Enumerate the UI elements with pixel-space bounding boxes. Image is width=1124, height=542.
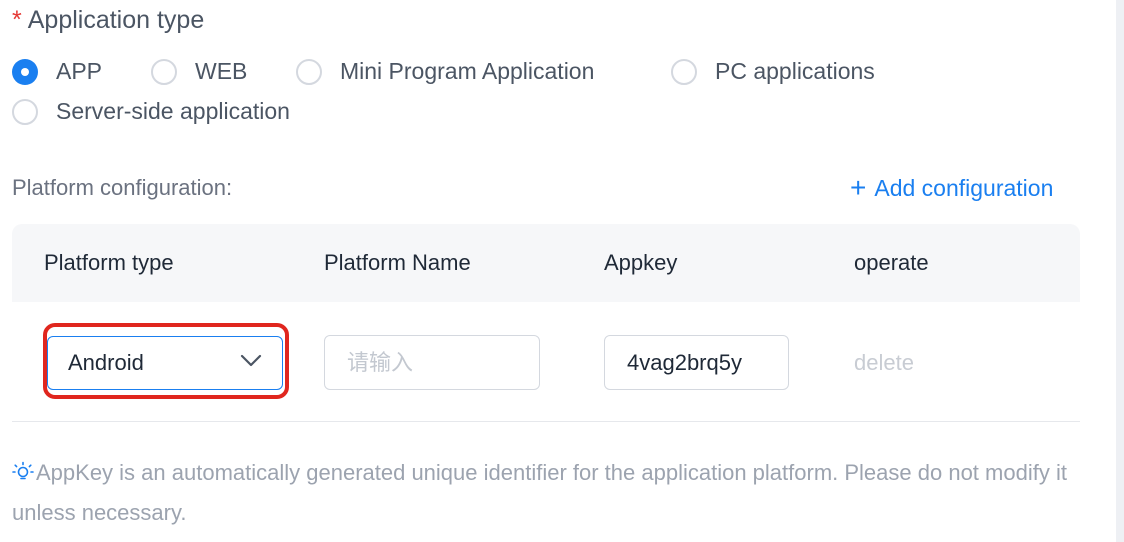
radio-pc-applications[interactable]: PC applications [671, 58, 875, 85]
radio-app[interactable]: APP [12, 58, 102, 85]
add-configuration-label: Add configuration [874, 174, 1054, 201]
platform-type-value: Android [68, 350, 144, 375]
radio-circle[interactable] [151, 58, 177, 85]
application-type-title: Application type [27, 6, 205, 34]
delete-button[interactable]: delete [854, 350, 914, 376]
column-header-appkey: Appkey [604, 250, 678, 275]
appkey-input[interactable] [604, 335, 789, 390]
radio-label: APP [56, 58, 103, 84]
page-scroll-edge [1116, 0, 1124, 542]
radio-label: Mini Program Application [340, 58, 595, 84]
radio-circle[interactable] [671, 58, 697, 85]
radio-circle[interactable] [12, 98, 38, 125]
radio-label: Server-side application [56, 98, 290, 124]
chevron-down-icon [240, 354, 262, 367]
tip-text: AppKey is an automatically generated uni… [12, 460, 1067, 525]
radio-label: WEB [195, 58, 248, 84]
radio-label: PC applications [715, 58, 875, 84]
bulb-icon [12, 461, 34, 480]
column-header-platform-type: Platform type [44, 250, 174, 275]
radio-server-side[interactable]: Server-side application [12, 98, 290, 125]
plus-icon: + [850, 172, 867, 203]
add-configuration-button[interactable]: + Add configuration [850, 174, 1053, 202]
application-type-label: * Application type [12, 6, 204, 35]
radio-web[interactable]: WEB [151, 58, 247, 85]
platform-type-select[interactable]: Android [47, 336, 283, 390]
column-header-platform-name: Platform Name [324, 250, 471, 275]
radio-circle[interactable] [12, 58, 38, 85]
required-mark: * [12, 6, 22, 34]
tip-message: AppKey is an automatically generated uni… [12, 453, 1072, 533]
platform-name-input[interactable] [324, 335, 540, 390]
radio-mini-program[interactable]: Mini Program Application [296, 58, 594, 85]
platform-configuration-label: Platform configuration: [12, 175, 233, 200]
column-header-operate: operate [854, 250, 929, 275]
radio-circle[interactable] [296, 58, 322, 85]
row-divider [12, 421, 1080, 422]
